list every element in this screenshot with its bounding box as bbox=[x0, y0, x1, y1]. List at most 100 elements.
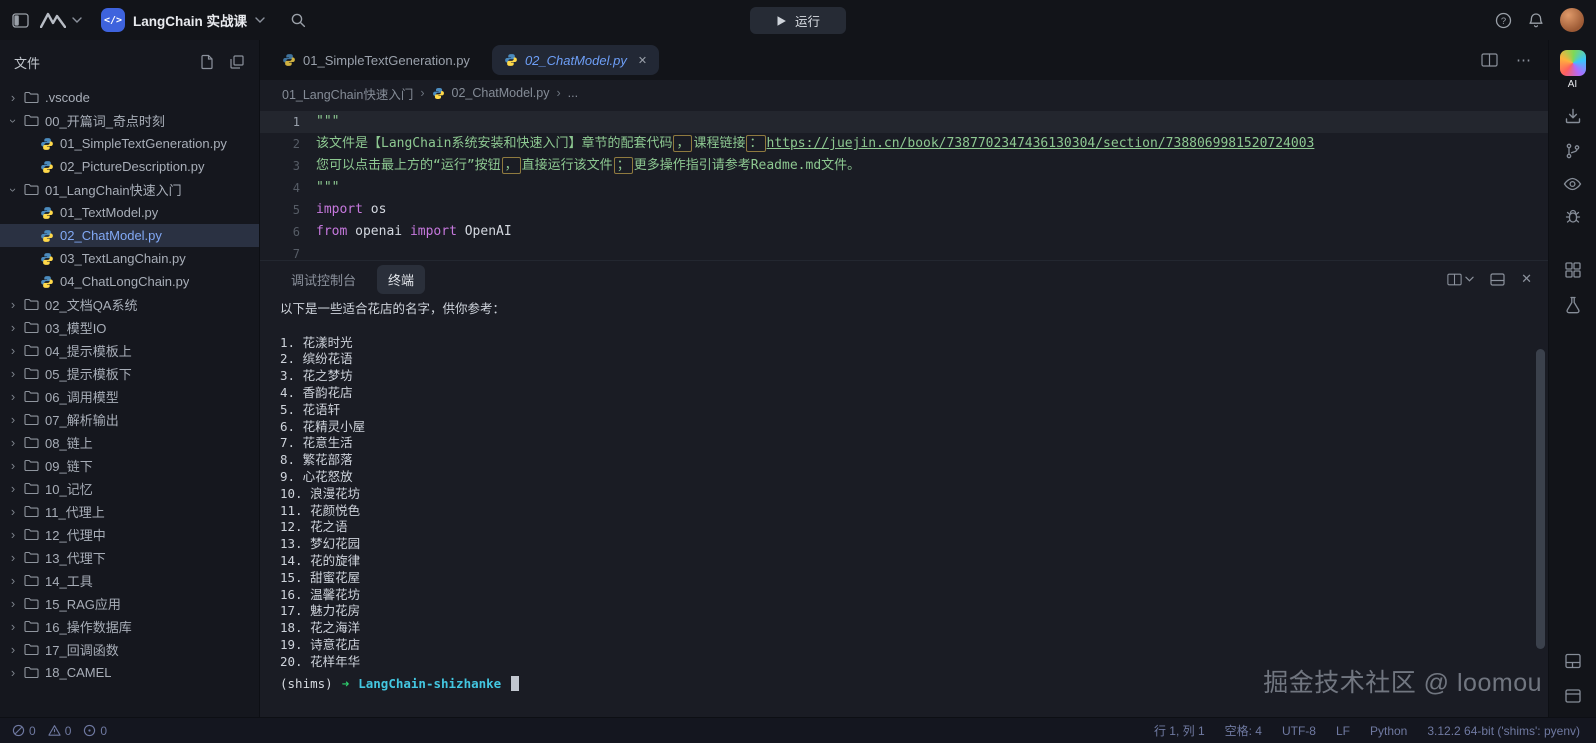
chevron-collapsed-icon: › bbox=[8, 599, 18, 609]
tree-item-folder[interactable]: ›04_提示模板上 bbox=[0, 339, 259, 362]
help-icon[interactable]: ? bbox=[1495, 12, 1512, 29]
chevron-collapsed-icon: › bbox=[8, 93, 18, 103]
run-button[interactable]: 运行 bbox=[750, 7, 846, 34]
prompt-arrow-icon: ➜ bbox=[342, 676, 350, 691]
terminal[interactable]: 以下是一些适合花店的名字，供你参考： 1. 花漾时光2. 缤纷花语3. 花之梦坊… bbox=[260, 297, 1548, 717]
terminal-line: 5. 花语轩 bbox=[280, 402, 1548, 419]
breadcrumb-folder[interactable]: 01_LangChain快速入门 bbox=[282, 84, 413, 103]
errors-indicator[interactable]: 0 bbox=[12, 724, 36, 738]
test-flask-icon[interactable] bbox=[1565, 296, 1581, 314]
tree-item-folder[interactable]: ›01_LangChain快速入门 bbox=[0, 178, 259, 201]
warnings-indicator[interactable]: 0 bbox=[48, 724, 72, 738]
download-icon[interactable] bbox=[1564, 107, 1582, 125]
code-link[interactable]: https://juejin.cn/book/73877023474361303… bbox=[767, 136, 1315, 151]
tree-item-folder[interactable]: ›00_开篇词_奇点时刻 bbox=[0, 109, 259, 132]
folder-icon bbox=[24, 528, 39, 541]
debug-icon[interactable] bbox=[1564, 208, 1582, 226]
cursor-position[interactable]: 行 1, 列 1 bbox=[1154, 722, 1205, 739]
tree-item-folder[interactable]: ›05_提示模板下 bbox=[0, 362, 259, 385]
terminal-line: 19. 诗意花店 bbox=[280, 637, 1548, 654]
encoding-setting[interactable]: UTF-8 bbox=[1282, 724, 1316, 738]
tree-item-file[interactable]: ›04_ChatLongChain.py bbox=[0, 270, 259, 293]
eol-setting[interactable]: LF bbox=[1336, 724, 1350, 738]
app-menu[interactable] bbox=[40, 12, 82, 28]
tree-item-file[interactable]: ›02_ChatModel.py bbox=[0, 224, 259, 247]
code-token: 课程链接 bbox=[693, 136, 745, 151]
notifications-indicator[interactable]: 0 bbox=[83, 724, 107, 738]
tree-item-label: .vscode bbox=[45, 90, 90, 105]
tree-item-folder[interactable]: ›13_代理下 bbox=[0, 546, 259, 569]
maximize-panel-icon[interactable] bbox=[1490, 273, 1505, 286]
breadcrumb-symbol[interactable]: ... bbox=[568, 86, 578, 100]
tree-item-folder[interactable]: ›02_文档QA系统 bbox=[0, 293, 259, 316]
watermark: 掘金技术社区 @ loomou bbox=[1263, 663, 1542, 699]
tree-item-file[interactable]: ›01_TextModel.py bbox=[0, 201, 259, 224]
tree-item-folder[interactable]: ›15_RAG应用 bbox=[0, 592, 259, 615]
tree-item-folder[interactable]: ›08_链上 bbox=[0, 431, 259, 454]
bell-icon[interactable] bbox=[1528, 12, 1544, 29]
chevron-collapsed-icon: › bbox=[8, 668, 18, 678]
tree-item-folder[interactable]: › .vscode bbox=[0, 86, 259, 109]
tree-item-file[interactable]: ›01_SimpleTextGeneration.py bbox=[0, 132, 259, 155]
python-file-icon bbox=[40, 160, 54, 174]
tab-debug-console[interactable]: 调试控制台 bbox=[280, 265, 367, 294]
tree-item-folder[interactable]: ›03_模型IO bbox=[0, 316, 259, 339]
tree-item-folder[interactable]: ›14_工具 bbox=[0, 569, 259, 592]
tree-item-folder[interactable]: ›11_代理上 bbox=[0, 500, 259, 523]
tab-terminal[interactable]: 终端 bbox=[377, 265, 425, 294]
tree-item-file[interactable]: ›02_PictureDescription.py bbox=[0, 155, 259, 178]
extensions-icon[interactable] bbox=[1564, 261, 1582, 279]
terminal-scrollbar[interactable] bbox=[1536, 349, 1545, 649]
split-editor-icon[interactable] bbox=[1481, 53, 1498, 67]
code-line: 4""" bbox=[260, 177, 1548, 199]
tree-item-folder[interactable]: ›10_记忆 bbox=[0, 477, 259, 500]
tree-item-label: 16_操作数据库 bbox=[45, 617, 132, 636]
terminal-line: 18. 花之海洋 bbox=[280, 620, 1548, 637]
language-mode[interactable]: Python bbox=[1370, 724, 1407, 738]
indentation-setting[interactable]: 空格: 4 bbox=[1225, 722, 1262, 739]
tree-item-folder[interactable]: ›17_回调函数 bbox=[0, 638, 259, 661]
tree-item-folder[interactable]: ›16_操作数据库 bbox=[0, 615, 259, 638]
remote-window-icon[interactable] bbox=[1564, 687, 1582, 705]
right-activity-bar: AI bbox=[1548, 40, 1596, 717]
app-logo-icon bbox=[40, 12, 66, 28]
tree-item-folder[interactable]: ›07_解析输出 bbox=[0, 408, 259, 431]
user-avatar[interactable] bbox=[1560, 8, 1584, 32]
ide-window: </> LangChain 实战课 运行 ? bbox=[0, 0, 1596, 743]
play-icon bbox=[776, 15, 787, 27]
new-file-icon[interactable] bbox=[199, 54, 215, 70]
ai-assistant-button[interactable]: AI bbox=[1560, 50, 1586, 90]
python-interpreter[interactable]: 3.12.2 64-bit ('shims': pyenv) bbox=[1427, 724, 1580, 738]
collapse-folders-icon[interactable] bbox=[229, 54, 245, 70]
search-icon[interactable] bbox=[290, 12, 306, 28]
toggle-sidebar-icon[interactable] bbox=[12, 13, 29, 28]
git-branch-icon[interactable] bbox=[1564, 142, 1582, 160]
eye-icon[interactable] bbox=[1563, 177, 1582, 191]
layout-panel-icon[interactable] bbox=[1564, 652, 1582, 670]
folder-icon bbox=[24, 620, 39, 633]
code-line: 2该文件是【LangChain系统安装和快速入门】章节的配套代码，课程链接：ht… bbox=[260, 133, 1548, 155]
tree-item-label: 07_解析输出 bbox=[45, 410, 119, 429]
close-panel-icon[interactable]: ✕ bbox=[1521, 271, 1532, 287]
breadcrumb-file[interactable]: 02_ChatModel.py bbox=[452, 86, 550, 100]
tree-item-label: 01_LangChain快速入门 bbox=[45, 180, 182, 199]
tree-item-label: 01_TextModel.py bbox=[60, 205, 158, 220]
tab-chatmodel[interactable]: 02_ChatModel.py ✕ bbox=[492, 45, 659, 75]
tree-item-folder[interactable]: ›09_链下 bbox=[0, 454, 259, 477]
tree-item-folder[interactable]: ›12_代理中 bbox=[0, 523, 259, 546]
code-editor[interactable]: 1"""2该文件是【LangChain系统安装和快速入门】章节的配套代码，课程链… bbox=[260, 106, 1548, 260]
code-line: 3您可以点击最上方的“运行”按钮，直接运行该文件；更多操作指引请参考Readme… bbox=[260, 155, 1548, 177]
tree-item-label: 06_调用模型 bbox=[45, 387, 119, 406]
tab-simpletextgeneration[interactable]: 01_SimpleTextGeneration.py bbox=[268, 40, 484, 80]
tree-item-folder[interactable]: ›06_调用模型 bbox=[0, 385, 259, 408]
split-terminal-icon[interactable] bbox=[1447, 273, 1474, 286]
tree-item-file[interactable]: ›03_TextLangChain.py bbox=[0, 247, 259, 270]
tree-item-folder[interactable]: ›18_CAMEL bbox=[0, 661, 259, 684]
close-tab-icon[interactable]: ✕ bbox=[638, 54, 647, 67]
chevron-down-icon bbox=[255, 17, 265, 23]
chevron-collapsed-icon: › bbox=[8, 346, 18, 356]
more-actions-icon[interactable]: ⋯ bbox=[1516, 51, 1532, 69]
editor-tab-bar: 01_SimpleTextGeneration.py 02_ChatModel.… bbox=[260, 40, 1548, 80]
tree-item-label: 17_回调函数 bbox=[45, 640, 119, 659]
workspace-switcher[interactable]: </> LangChain 实战课 bbox=[101, 8, 265, 32]
